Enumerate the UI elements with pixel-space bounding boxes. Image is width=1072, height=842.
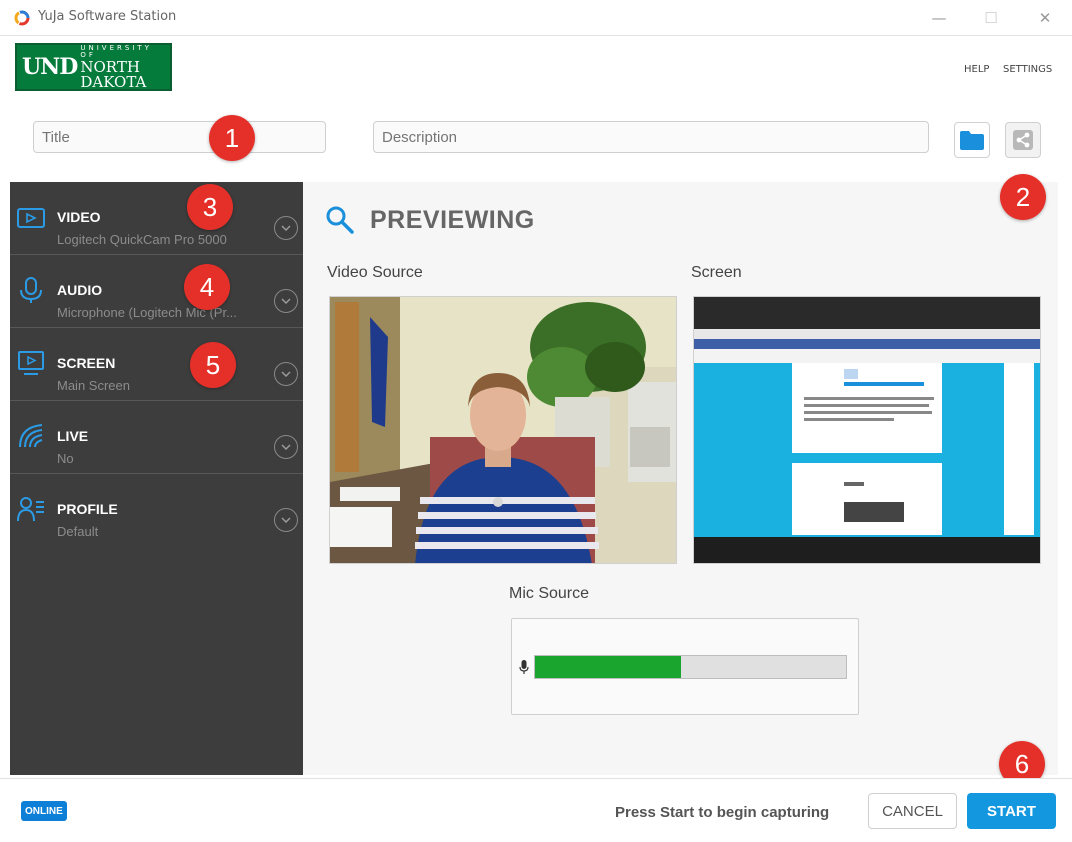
chevron-down-icon[interactable]: [274, 435, 298, 459]
screen-icon: [18, 351, 44, 375]
sidebar-item-label: PROFILE: [57, 501, 118, 517]
maximize-icon: ☐: [984, 9, 998, 27]
preview-panel: PREVIEWING Video Source Screen Mic Sourc…: [303, 182, 1058, 775]
microphone-icon: [20, 277, 42, 303]
close-button[interactable]: ✕: [1030, 6, 1060, 30]
und-logo: UND UNIVERSITY OF NORTH DAKOTA: [15, 43, 172, 91]
settings-link[interactable]: SETTINGS: [1003, 64, 1052, 75]
screen-label: Screen: [691, 264, 742, 281]
sidebar-item-value: Default: [57, 524, 99, 539]
sidebar-item-audio[interactable]: AUDIO Microphone (Logitech Mic (Pr...: [10, 255, 303, 328]
footer-bar: ONLINE Press Start to begin capturing CA…: [0, 778, 1072, 842]
sidebar-item-label: VIDEO: [57, 209, 101, 225]
sidebar-item-profile[interactable]: PROFILE Default: [10, 474, 303, 547]
live-signal-icon: [19, 424, 43, 448]
annotation-badge-4: 4: [184, 264, 230, 310]
sidebar-item-value: No: [57, 451, 74, 466]
video-source-preview: [329, 296, 677, 564]
capture-status-text: Press Start to begin capturing: [615, 804, 830, 821]
folder-button[interactable]: [954, 122, 990, 158]
maximize-button[interactable]: ☐: [976, 6, 1006, 30]
logo-name: NORTH DAKOTA: [80, 57, 147, 91]
sidebar: VIDEO Logitech QuickCam Pro 5000 AUDIO M…: [10, 182, 303, 775]
microphone-small-icon: [519, 660, 529, 674]
webcam-feed-image: [330, 297, 676, 563]
sidebar-item-screen[interactable]: SCREEN Main Screen: [10, 328, 303, 401]
window-title: YuJa Software Station: [38, 9, 177, 24]
close-icon: ✕: [1038, 9, 1052, 27]
sidebar-item-label: AUDIO: [57, 282, 103, 298]
sidebar-item-label: SCREEN: [57, 355, 116, 371]
annotation-badge-2: 2: [1000, 174, 1046, 220]
title-input[interactable]: [33, 121, 326, 153]
screen-capture-image: [694, 297, 1040, 563]
cancel-button[interactable]: CANCEL: [868, 793, 957, 829]
mic-level-fill: [535, 656, 682, 678]
video-source-label: Video Source: [327, 264, 423, 281]
minimize-icon: —: [931, 9, 947, 27]
app-window: YuJa Software Station — ☐ ✕ UND UNIVERSI…: [0, 0, 1072, 842]
chevron-down-icon[interactable]: [274, 508, 298, 532]
share-button[interactable]: [1005, 122, 1041, 158]
online-status-badge: ONLINE: [21, 801, 67, 821]
start-button[interactable]: START: [967, 793, 1056, 829]
search-icon: [326, 206, 354, 234]
logo-university: UNIVERSITY OF: [80, 43, 152, 59]
logo-text: UNIVERSITY OF NORTH DAKOTA: [80, 43, 170, 91]
chevron-down-icon[interactable]: [274, 362, 298, 386]
profile-icon: [17, 497, 44, 522]
video-camera-icon: [17, 208, 45, 228]
minimize-button[interactable]: —: [924, 6, 954, 30]
description-input[interactable]: [373, 121, 929, 153]
chevron-down-icon[interactable]: [274, 289, 298, 313]
share-icon: [1013, 130, 1033, 150]
previewing-heading: PREVIEWING: [370, 206, 535, 234]
sidebar-item-label: LIVE: [57, 428, 89, 444]
annotation-badge-1: 1: [209, 115, 255, 161]
mic-source-panel: [511, 618, 859, 715]
sidebar-item-value: Logitech QuickCam Pro 5000: [57, 232, 227, 247]
sidebar-item-video[interactable]: VIDEO Logitech QuickCam Pro 5000: [10, 182, 303, 255]
title-bar: YuJa Software Station — ☐ ✕: [0, 0, 1072, 36]
annotation-badge-5: 5: [190, 342, 236, 388]
folder-icon: [960, 131, 984, 150]
logo-short: UND: [22, 54, 78, 80]
mic-source-label: Mic Source: [509, 585, 590, 602]
screen-preview: [693, 296, 1041, 564]
mic-level-meter: [534, 655, 847, 679]
sidebar-item-value: Microphone (Logitech Mic (Pr...: [57, 305, 237, 320]
annotation-badge-3: 3: [187, 184, 233, 230]
yuja-logo-icon: [14, 10, 30, 26]
chevron-down-icon[interactable]: [274, 216, 298, 240]
help-link[interactable]: HELP: [964, 64, 989, 75]
sidebar-item-live[interactable]: LIVE No: [10, 401, 303, 474]
